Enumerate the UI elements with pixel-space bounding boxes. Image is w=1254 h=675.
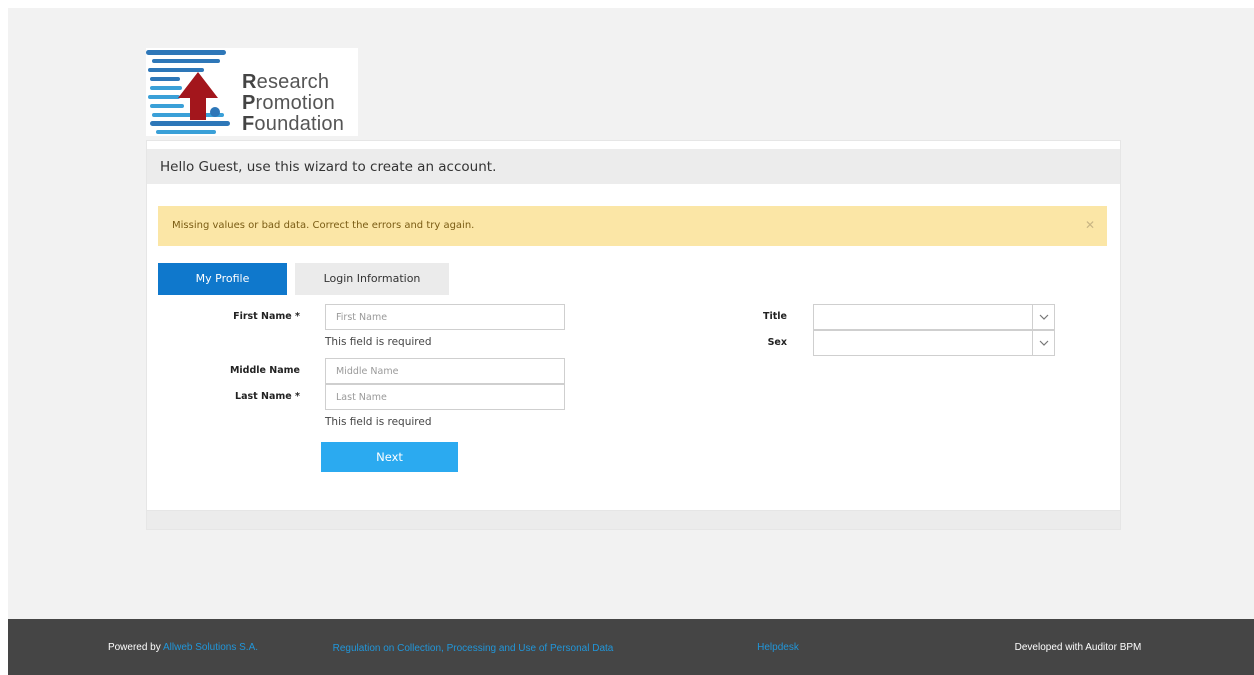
middle-name-input[interactable] (325, 358, 565, 384)
chevron-down-icon (1032, 331, 1054, 355)
first-name-input[interactable] (325, 304, 565, 330)
logo-word: romotion (255, 92, 335, 114)
last-name-input[interactable] (325, 384, 565, 410)
sex-label: Sex (767, 337, 787, 348)
logo: Research Promotion Foundation (146, 48, 358, 136)
first-name-error: This field is required (325, 336, 432, 348)
logo-initial: R (242, 71, 257, 93)
close-icon[interactable]: ✕ (1085, 218, 1095, 232)
sex-select[interactable] (813, 330, 1055, 356)
alert-message: Missing values or bad data. Correct the … (172, 220, 475, 231)
chevron-down-icon (1032, 305, 1054, 329)
card-footer (146, 511, 1121, 530)
allweb-link[interactable]: Allweb Solutions S.A. (163, 642, 258, 653)
logo-initial: P (242, 92, 256, 114)
developed-with: Developed with Auditor BPM (1014, 642, 1142, 653)
tab-my-profile[interactable]: My Profile (158, 263, 287, 295)
regulation-link[interactable]: Regulation on Collection, Processing and… (320, 642, 626, 655)
page-title: Hello Guest, use this wizard to create a… (160, 159, 497, 175)
middle-name-label: Middle Name (229, 365, 300, 376)
tab-login-information[interactable]: Login Information (295, 263, 449, 295)
title-label: Title (763, 311, 787, 322)
next-button[interactable]: Next (321, 442, 458, 472)
error-alert: Missing values or bad data. Correct the … (158, 206, 1107, 246)
title-select[interactable] (813, 304, 1055, 330)
logo-word: esearch (256, 71, 330, 93)
last-name-label: Last Name * (235, 391, 300, 402)
logo-initial: F (242, 113, 255, 135)
page-footer: Powered by Allweb Solutions S.A. Regulat… (8, 619, 1254, 675)
logo-text: Research Promotion Foundation (242, 72, 344, 135)
powered-by: Powered by Allweb Solutions S.A. (88, 642, 278, 653)
powered-by-label: Powered by (107, 642, 163, 653)
helpdesk-link[interactable]: Helpdesk (728, 642, 828, 653)
logo-word: oundation (254, 113, 345, 135)
last-name-error: This field is required (325, 416, 432, 428)
logo-arrow-icon (146, 50, 230, 134)
first-name-label: First Name * (233, 311, 300, 322)
